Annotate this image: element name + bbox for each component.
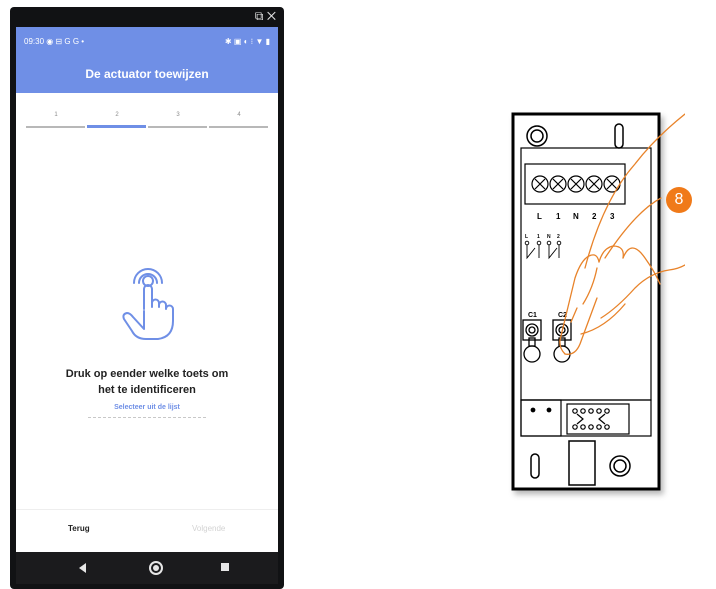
back-icon[interactable] (79, 563, 86, 573)
terminal-label-1: 1 (556, 212, 561, 221)
step-1-line (26, 126, 85, 128)
small-label-l: L (525, 234, 528, 240)
phone-frame: ⧉ ✕ 09:30 ◉ ⊟ G G • ✱ ▣ ◐ ⁝ ▼ ▮ De actua… (10, 7, 284, 589)
instruction-line-1: Druk op eender welke toets om (65, 368, 229, 380)
contact-label-c1: C1 (528, 312, 537, 319)
step-2: 2 (115, 112, 119, 118)
step-badge: 8 (666, 187, 692, 213)
status-bar: 09:30 ◉ ⊟ G G • ✱ ▣ ◐ ⁝ ▼ ▮ (16, 27, 278, 57)
terminal-label-2: 2 (592, 212, 597, 221)
step-3: 3 (176, 112, 180, 118)
step-4: 4 (237, 112, 241, 118)
select-link-underline (88, 417, 206, 418)
step-3-line (148, 126, 207, 128)
touch-icon (122, 268, 174, 340)
terminal-label-l: L (537, 212, 542, 221)
instruction-text: Druk op eender welke toets om het te ide… (16, 366, 278, 398)
android-nav-bar (16, 552, 278, 584)
small-label-1: 1 (537, 234, 540, 240)
step-1: 1 (54, 112, 58, 118)
terminal-block (524, 163, 626, 205)
status-right-icons: ✱ ▣ ◐ ⁝ ▼ ▮ (224, 37, 270, 46)
recent-apps-icon[interactable] (221, 563, 229, 571)
home-icon[interactable] (149, 561, 163, 575)
step-4-line (209, 126, 268, 128)
select-from-list-link[interactable]: Selecteer uit de lijst (16, 404, 278, 411)
window-controls: ⧉ ✕ (255, 10, 276, 22)
instruction-line-2: het te identificeren (98, 384, 196, 396)
next-button[interactable]: Volgende (192, 524, 225, 533)
back-button[interactable]: Terug (68, 524, 90, 533)
close-icon[interactable]: ✕ (267, 9, 276, 23)
terminal-label-3: 3 (610, 212, 615, 221)
page-title: De actuator toewijzen (85, 67, 209, 81)
status-left-icons: ◉ ⊟ G G • (46, 37, 85, 46)
small-label-2: 2 (557, 234, 560, 240)
step-2-line-active (87, 125, 146, 128)
edit-icon[interactable]: ⧉ (255, 9, 264, 23)
status-time: 09:30 (24, 37, 45, 46)
app-header: De actuator toewijzen (16, 57, 278, 93)
small-label-n: N (547, 234, 551, 240)
terminal-label-n: N (573, 212, 579, 221)
app-screen: 09:30 ◉ ⊟ G G • ✱ ▣ ◐ ⁝ ▼ ▮ De actuator … (16, 27, 278, 552)
actuator-device-illustration: L 1 N 2 3 L 1 N 2 C1 C2 (511, 112, 685, 491)
footer-divider (16, 509, 278, 510)
